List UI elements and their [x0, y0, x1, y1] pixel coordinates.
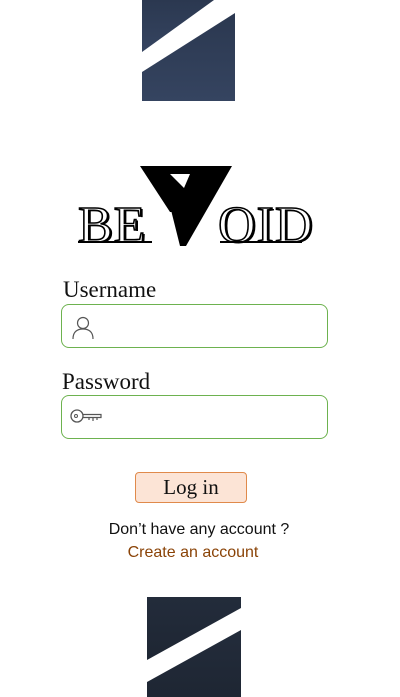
bevoid-logo: BE OID — [70, 160, 320, 255]
username-input[interactable] — [102, 311, 321, 343]
username-label: Username — [63, 277, 157, 302]
user-icon — [70, 314, 96, 345]
key-icon — [70, 405, 104, 432]
bottom-decoration — [147, 597, 241, 697]
password-input[interactable] — [102, 402, 321, 434]
create-account-link[interactable]: Create an account — [0, 544, 386, 562]
top-decoration — [142, 0, 235, 101]
logo-text-right: OID — [217, 197, 314, 254]
logo-underline-right — [220, 241, 302, 243]
username-field[interactable] — [61, 304, 328, 348]
login-button[interactable]: Log in — [135, 472, 247, 503]
password-label: Password — [62, 369, 151, 394]
logo-text-left: BE — [77, 197, 147, 254]
password-field[interactable] — [61, 395, 328, 439]
no-account-prompt: Don’t have any account ? — [108, 521, 290, 538]
